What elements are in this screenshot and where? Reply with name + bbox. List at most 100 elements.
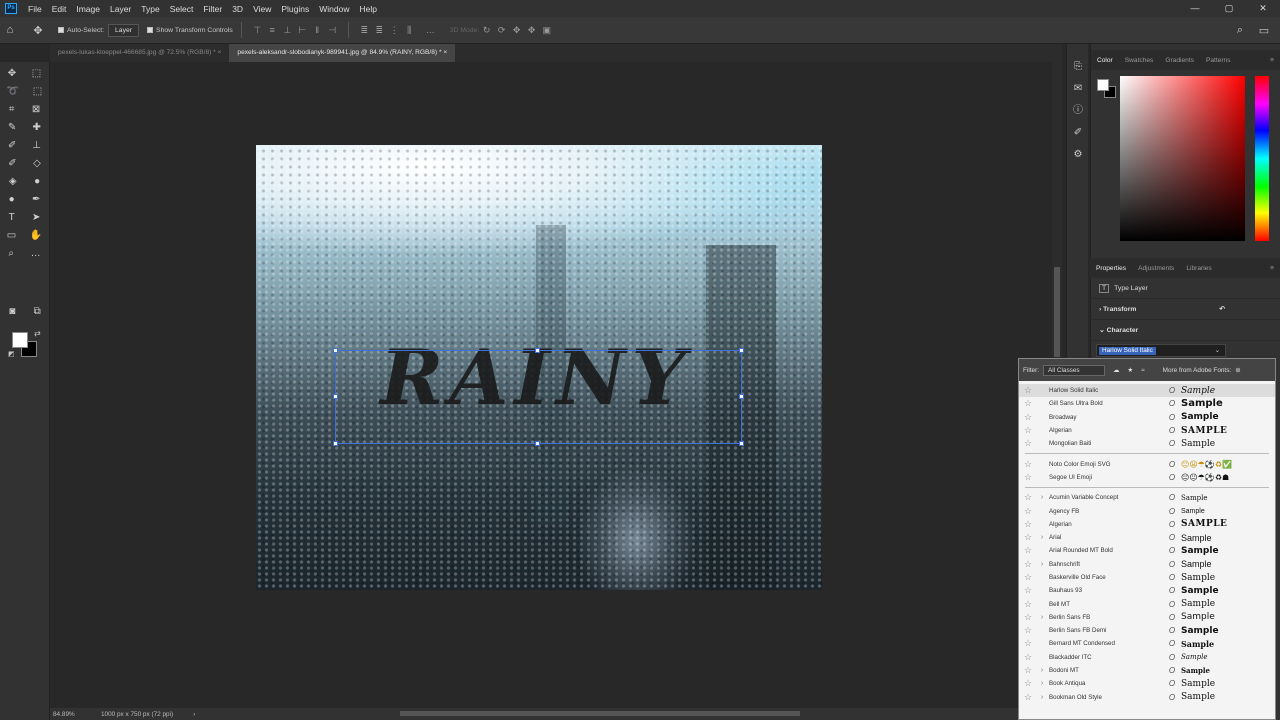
path-select-tool-icon[interactable]: ➤ bbox=[32, 212, 40, 223]
menu-edit[interactable]: Edit bbox=[47, 4, 72, 14]
favorite-star-icon[interactable]: ☆ bbox=[1019, 585, 1037, 596]
distribute-icon[interactable]: ≣ bbox=[357, 25, 372, 36]
favorite-star-icon[interactable]: ☆ bbox=[1019, 492, 1037, 503]
font-item[interactable]: ☆ Bernard MT Condensed O Sample bbox=[1019, 637, 1275, 650]
chevron-right-icon[interactable]: › bbox=[1037, 494, 1047, 501]
font-item[interactable]: ☆ Blackadder ITC O Sample bbox=[1019, 651, 1275, 664]
more-options-icon[interactable]: … bbox=[423, 25, 438, 35]
close-button[interactable]: ✕ bbox=[1246, 0, 1280, 17]
brush-settings-icon[interactable]: ✐ bbox=[1067, 122, 1089, 144]
chevron-right-icon[interactable]: › bbox=[1037, 534, 1047, 541]
paint-bucket-tool-icon[interactable]: ◈ bbox=[9, 176, 17, 187]
tab-patterns[interactable]: Patterns bbox=[1200, 57, 1237, 64]
chevron-right-icon[interactable]: › bbox=[1037, 667, 1047, 674]
align-bottom-icon[interactable]: ⊥ bbox=[280, 25, 295, 36]
dodge-tool-icon[interactable]: ● bbox=[9, 194, 15, 205]
close-icon[interactable]: × bbox=[443, 49, 447, 56]
tab-libraries[interactable]: Libraries bbox=[1180, 265, 1217, 272]
favorite-star-icon[interactable]: ☆ bbox=[1019, 572, 1037, 583]
distribute-icon[interactable]: ⋮ bbox=[387, 25, 402, 36]
align-center-icon[interactable]: ‖ bbox=[310, 25, 325, 35]
similar-filter-icon[interactable]: ≈ bbox=[1141, 367, 1145, 374]
font-item[interactable]: ☆ Harlow Solid Italic O Sample bbox=[1019, 384, 1275, 398]
font-item[interactable]: ☆ Algerian O SAMPLE bbox=[1019, 518, 1275, 531]
3d-scale-icon[interactable]: ▣ bbox=[539, 25, 554, 36]
distribute-icon[interactable]: ≣ bbox=[372, 25, 387, 36]
menu-image[interactable]: Image bbox=[71, 4, 105, 14]
object-select-tool-icon[interactable]: ⬚ bbox=[33, 86, 42, 97]
favorite-star-icon[interactable]: ☆ bbox=[1019, 545, 1037, 556]
font-item[interactable]: ☆ Arial Rounded MT Bold O Sample bbox=[1019, 544, 1275, 557]
chevron-down-icon[interactable]: ⌄ bbox=[1212, 347, 1223, 355]
3d-slide-icon[interactable]: ✥ bbox=[524, 25, 539, 36]
align-top-icon[interactable]: ⊤ bbox=[250, 25, 265, 36]
reset-icon[interactable]: ↶ bbox=[1219, 299, 1225, 320]
hue-slider[interactable] bbox=[1255, 76, 1269, 241]
menu-view[interactable]: View bbox=[248, 4, 276, 14]
tab-document-2[interactable]: pexels-aleksandr-slobodianyk-989941.jpg … bbox=[229, 44, 456, 62]
align-right-icon[interactable]: ⊣ bbox=[325, 25, 340, 36]
menu-select[interactable]: Select bbox=[165, 4, 199, 14]
quick-mask-icon[interactable]: ◙ bbox=[9, 306, 15, 317]
foreground-color-swatch[interactable] bbox=[1097, 79, 1109, 91]
adjust-icon[interactable]: ⚙ bbox=[1067, 144, 1089, 166]
pen-tool-icon[interactable]: ✒ bbox=[32, 194, 40, 205]
workspace-icon[interactable]: ▭ bbox=[1254, 24, 1274, 37]
panel-menu-icon[interactable]: ≡ bbox=[1264, 265, 1280, 272]
eyedropper-tool-icon[interactable]: ✎ bbox=[8, 122, 16, 133]
menu-plugins[interactable]: Plugins bbox=[276, 4, 314, 14]
transform-handle[interactable] bbox=[333, 394, 338, 399]
filter-class-dropdown[interactable]: All Classes bbox=[1042, 364, 1105, 376]
transform-handle[interactable] bbox=[535, 441, 540, 446]
menu-filter[interactable]: Filter bbox=[198, 4, 227, 14]
foreground-color-swatch[interactable] bbox=[12, 332, 28, 348]
3d-rotate-icon[interactable]: ↻ bbox=[479, 25, 494, 36]
hand-tool-icon[interactable]: ✋ bbox=[30, 230, 42, 241]
chevron-right-icon[interactable]: › bbox=[193, 711, 195, 718]
screen-mode-icon[interactable]: ⧉ bbox=[34, 306, 41, 317]
font-item[interactable]: ☆ Bauhaus 93 O Sample bbox=[1019, 584, 1275, 597]
adobe-fonts-icon[interactable]: ⊛ bbox=[1235, 366, 1240, 374]
font-item[interactable]: ☆ › Arial O Sample bbox=[1019, 531, 1275, 544]
auto-select-checkbox[interactable]: Auto-Select: bbox=[58, 26, 104, 34]
chevron-right-icon[interactable]: › bbox=[1037, 614, 1047, 621]
zoom-level[interactable]: 84.89% bbox=[53, 711, 101, 718]
favorite-star-icon[interactable]: ☆ bbox=[1019, 612, 1037, 623]
favorites-filter-icon[interactable]: ★ bbox=[1127, 366, 1133, 374]
favorite-star-icon[interactable]: ☆ bbox=[1019, 506, 1037, 517]
move-tool-icon[interactable]: ✥ bbox=[8, 68, 16, 79]
font-item[interactable]: ☆ Baskerville Old Face O Sample bbox=[1019, 571, 1275, 584]
blur-tool-icon[interactable]: ● bbox=[34, 176, 40, 187]
font-item[interactable]: ☆ Berlin Sans FB Demi O Sample bbox=[1019, 624, 1275, 637]
chevron-right-icon[interactable]: › bbox=[1037, 680, 1047, 687]
menu-help[interactable]: Help bbox=[354, 4, 381, 14]
crop-tool-icon[interactable]: ⌗ bbox=[9, 104, 15, 115]
tab-properties[interactable]: Properties bbox=[1090, 265, 1132, 272]
favorite-star-icon[interactable]: ☆ bbox=[1019, 559, 1037, 570]
favorite-star-icon[interactable]: ☆ bbox=[1019, 665, 1037, 676]
chevron-right-icon[interactable]: › bbox=[1037, 561, 1047, 568]
close-icon[interactable]: × bbox=[218, 49, 222, 56]
favorite-star-icon[interactable]: ☆ bbox=[1019, 692, 1037, 703]
default-colors-icon[interactable]: ◩ bbox=[8, 350, 15, 358]
3d-roll-icon[interactable]: ⟳ bbox=[494, 25, 509, 36]
lasso-tool-icon[interactable]: ➰ bbox=[7, 86, 19, 97]
cloud-filter-icon[interactable]: ☁ bbox=[1113, 366, 1119, 374]
info-icon[interactable]: ⓘ bbox=[1067, 100, 1089, 122]
distribute-icon[interactable]: ⫼ bbox=[402, 25, 417, 36]
swap-colors-icon[interactable]: ⇄ bbox=[34, 329, 41, 338]
transform-handle[interactable] bbox=[739, 394, 744, 399]
font-item[interactable]: ☆ › Bahnschrift O Sample bbox=[1019, 558, 1275, 571]
menu-layer[interactable]: Layer bbox=[105, 4, 136, 14]
home-icon[interactable]: ⌂ bbox=[0, 24, 20, 36]
type-tool-icon[interactable]: T bbox=[9, 212, 15, 223]
transform-section[interactable]: › Transform ↶ bbox=[1090, 299, 1280, 320]
menu-3d[interactable]: 3D bbox=[227, 4, 248, 14]
font-item[interactable]: ☆ Gill Sans Ultra Bold O Sample bbox=[1019, 397, 1275, 410]
font-item[interactable]: ☆ › Bodoni MT O Sample bbox=[1019, 664, 1275, 677]
font-item[interactable]: ☆ Noto Color Emoji SVG O 😐😦☂⚽♻✅ bbox=[1019, 457, 1275, 470]
transform-handle[interactable] bbox=[739, 348, 744, 353]
marquee-tool-icon[interactable]: ⬚ bbox=[32, 68, 41, 79]
transform-bounding-box[interactable] bbox=[333, 348, 744, 446]
auto-select-dropdown[interactable]: Layer bbox=[108, 23, 140, 37]
